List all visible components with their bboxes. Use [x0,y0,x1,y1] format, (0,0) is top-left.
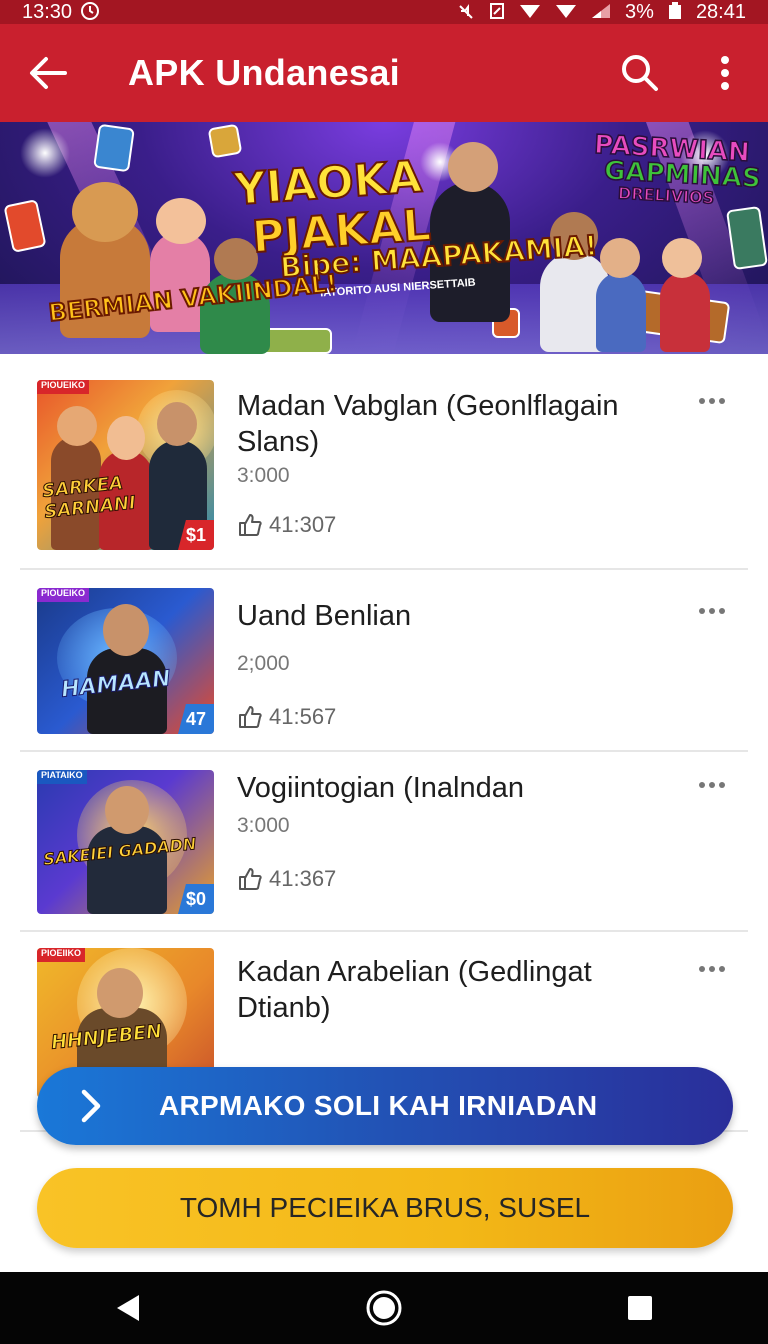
thumbs-up-icon [239,514,262,536]
game-downloads: 3:000 [237,464,290,487]
game-likes: 41:367 [237,866,336,892]
list-item[interactable]: PIOUEIKO HAMAAN 47 Uand Benlian 2;000 41… [20,570,748,752]
secondary-action-button[interactable]: TOMH PECIEIKA BRUS, SUSEL [37,1168,733,1248]
game-likes: 41:307 [237,512,336,538]
wifi-icon [519,3,541,22]
game-title[interactable]: Uand Benlian [237,598,677,634]
primary-action-button[interactable]: ARPMAKO SOLI KAH IRNIADAN [37,1067,733,1145]
search-icon [622,55,658,91]
back-button[interactable] [0,24,96,122]
sync-icon [80,1,100,24]
secondary-action-label: TOMH PECIEIKA BRUS, SUSEL [179,1192,591,1223]
status-time-right: 28:41 [695,0,746,23]
likes-count: 41:567 [269,704,337,729]
game-tag: PIOUEIKO [37,588,90,602]
list-item[interactable]: PIATAIKO SAKEIEI GADADN $0 Vogiintogian … [20,752,748,932]
likes-count: 41:367 [269,866,337,891]
status-time-left: 13:30 [22,0,73,23]
game-tag: PIOUEIKO [37,380,90,394]
game-list: PIOUEIKO SARKEA SARNANI $1 Madan Vabglan… [20,362,748,1132]
game-tag: PIOEIIKO [37,948,86,962]
nav-home-button[interactable] [344,1272,424,1344]
battery-percent: 3% [625,0,654,23]
status-bar: 13:30 3% 28:41 [0,0,768,24]
battery-icon [668,1,682,23]
primary-action-label: ARPMAKO SOLI KAH IRNIADAN [159,1090,598,1121]
thumbs-up-icon [239,868,262,890]
app-bar: APK Undanesai [0,24,768,122]
likes-count: 41:307 [269,512,337,537]
more-horizontal-icon [699,966,725,972]
item-more-button[interactable] [692,954,732,984]
chevron-right-icon [81,1089,101,1123]
game-thumbnail[interactable]: PIOUEIKO SARKEA SARNANI $1 [37,380,214,550]
thumbs-up-icon [239,706,262,728]
overflow-menu-button[interactable] [682,24,768,122]
game-thumbnail[interactable]: PIATAIKO SAKEIEI GADADN $0 [37,770,214,914]
list-item[interactable]: PIOUEIKO SARKEA SARNANI $1 Madan Vabglan… [20,362,748,570]
promo-banner[interactable]: YIAOKA PJAKAL Bipe: MAAPAKAMIA! IATORITO… [0,122,768,354]
game-title[interactable]: Kadan Arabelian (Gedlingat Dtianb) [237,954,677,1026]
mute-icon [457,2,475,23]
system-nav-bar [0,1272,768,1344]
nfc-icon [489,2,505,23]
game-tag: PIATAIKO [37,770,87,784]
more-vertical-icon [721,56,729,90]
circle-home-icon [366,1290,402,1326]
price-badge: $0 [178,884,214,914]
page-title: APK Undanesai [128,52,400,93]
item-more-button[interactable] [692,770,732,800]
more-horizontal-icon [699,608,725,614]
price-badge: 47 [178,704,214,734]
game-downloads: 2;000 [237,652,290,675]
more-horizontal-icon [699,782,725,788]
nav-back-button[interactable] [88,1272,168,1344]
item-more-button[interactable] [692,386,732,416]
square-recents-icon [628,1296,652,1320]
game-title[interactable]: Vogiintogian (Inalndan [237,770,677,806]
nav-recents-button[interactable] [600,1272,680,1344]
more-horizontal-icon [699,398,725,404]
signal-icon [591,3,611,22]
banner-right-badge-3: DRELIVIOS [617,183,716,209]
triangle-back-icon [117,1295,139,1321]
arrow-left-icon [30,57,67,89]
game-title[interactable]: Madan Vabglan (Geonlflagain Slans) [237,388,677,460]
search-button[interactable] [598,24,682,122]
game-likes: 41:567 [237,704,336,730]
game-thumbnail[interactable]: PIOUEIKO HAMAAN 47 [37,588,214,734]
game-downloads: 3:000 [237,814,290,837]
item-more-button[interactable] [692,596,732,626]
wifi-secondary-icon [555,3,577,22]
